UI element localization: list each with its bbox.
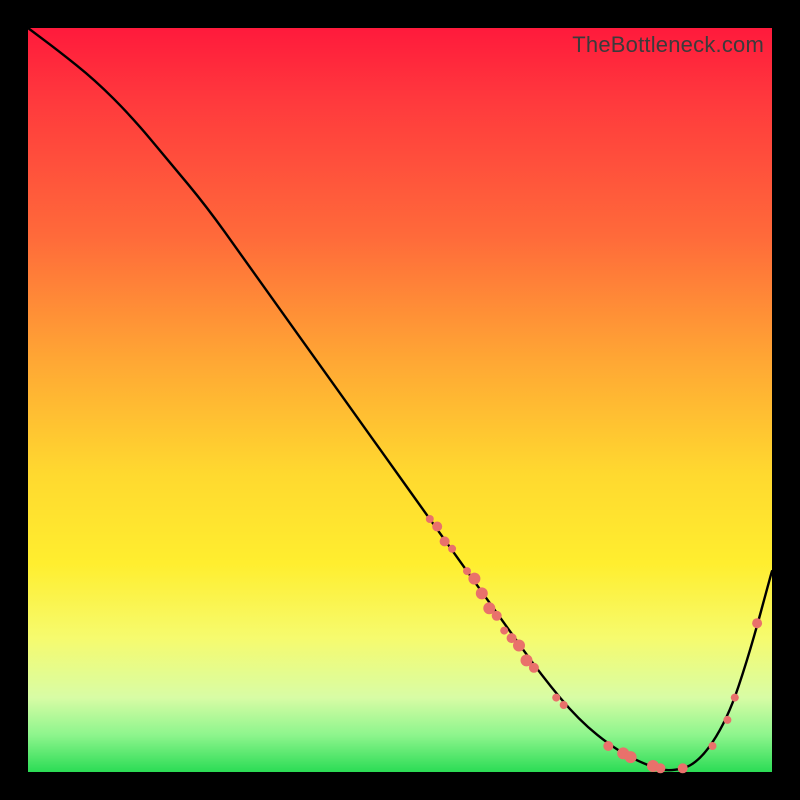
- curve-marker: [476, 587, 488, 599]
- curve-svg: [28, 28, 772, 772]
- curve-marker: [655, 763, 665, 773]
- curve-marker: [448, 545, 456, 553]
- chart-container: TheBottleneck.com: [28, 28, 772, 772]
- curve-marker: [752, 618, 762, 628]
- curve-marker: [463, 567, 471, 575]
- curve-marker: [529, 663, 539, 673]
- curve-marker: [432, 522, 442, 532]
- curve-marker: [678, 763, 688, 773]
- curve-marker: [440, 536, 450, 546]
- curve-marker: [709, 742, 717, 750]
- curve-marker: [492, 611, 502, 621]
- curve-marker: [603, 741, 613, 751]
- curve-marker: [426, 515, 434, 523]
- curve-marker: [552, 694, 560, 702]
- curve-marker: [723, 716, 731, 724]
- curve-marker: [500, 627, 508, 635]
- curve-markers-group: [426, 515, 762, 773]
- curve-marker: [513, 640, 525, 652]
- bottleneck-curve: [28, 28, 772, 770]
- curve-marker: [560, 701, 568, 709]
- curve-marker: [468, 573, 480, 585]
- curve-marker: [731, 694, 739, 702]
- curve-marker: [625, 751, 637, 763]
